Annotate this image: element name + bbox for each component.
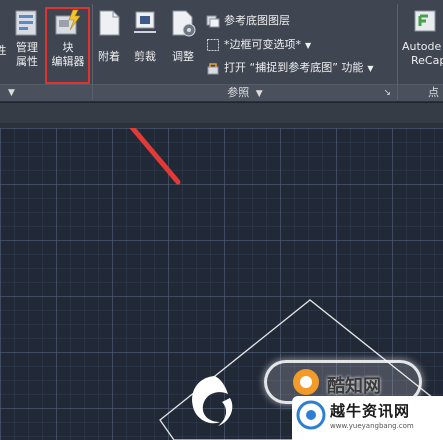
- manage-attributes-label-1: 管理: [16, 41, 38, 54]
- clip-button[interactable]: 剪裁: [130, 8, 160, 64]
- autodesk-recap-button[interactable]: Autode ReCap: [398, 8, 443, 68]
- frame-option-icon: [207, 39, 219, 51]
- frame-option-dropdown[interactable]: *边框可变选项* ▼: [206, 38, 311, 53]
- point-panel-bar[interactable]: 点: [398, 84, 443, 101]
- snap-icon: [207, 63, 219, 75]
- site-banner: 越牛资讯网 www.yueyangbang.com: [292, 396, 443, 440]
- frame-option-label: *边框可变选项*: [224, 38, 301, 51]
- partial-left-tool[interactable]: 性: [0, 44, 8, 58]
- ribbon: 性 管理 属性 块 编辑器 ▼ 附着 剪裁 调整 参考底图图层 *边框可变选项*…: [0, 0, 443, 102]
- attach-button[interactable]: 附着: [94, 8, 124, 64]
- underlay-layers-button[interactable]: 参考底图图层: [206, 14, 290, 28]
- manage-attributes-label-2: 属性: [16, 55, 38, 68]
- frame-option-chevron-icon: ▼: [305, 41, 312, 50]
- snap-chevron-icon: ▼: [367, 64, 374, 73]
- clip-icon: [134, 11, 156, 33]
- site-url: www.yueyangbang.com: [330, 422, 414, 430]
- manage-attributes-button[interactable]: 管理 属性: [8, 8, 46, 69]
- point-panel-label: 点: [428, 86, 439, 99]
- drawing-canvas[interactable]: 酷知网 越牛资讯网 www.yueyangbang.com: [0, 128, 443, 440]
- reference-panel-bar[interactable]: 参照 ▼ ↘: [93, 84, 397, 101]
- annotation-arrow: [129, 128, 181, 185]
- clip-label: 剪裁: [134, 50, 156, 63]
- swirl-logo-icon: [192, 376, 233, 426]
- panel-launcher-icon[interactable]: ↘: [383, 85, 391, 101]
- snap-toggle-button[interactable]: 打开 “捕捉到参考底图” 功能 ▼: [206, 61, 374, 76]
- attach-label: 附着: [98, 50, 120, 63]
- attach-icon: [99, 10, 120, 36]
- snap-toggle-label: 打开 “捕捉到参考底图” 功能: [224, 61, 364, 74]
- adjust-icon: [172, 10, 196, 37]
- watermark-logo-icon: [293, 369, 319, 395]
- block-panel-bar[interactable]: ▼: [0, 84, 92, 101]
- underlay-layers-label: 参考底图图层: [224, 14, 290, 27]
- adjust-label: 调整: [172, 50, 194, 63]
- recap-icon: [414, 10, 436, 32]
- autodesk-label-1: Autode: [402, 40, 442, 53]
- reference-panel-chevron-icon: ▼: [255, 89, 263, 99]
- file-tab-bar: [0, 103, 443, 124]
- underlay-layers-icon: [206, 15, 220, 28]
- autodesk-label-2: ReCap: [411, 54, 443, 67]
- partial-left-label: 性: [0, 44, 7, 57]
- site-name: 越牛资讯网: [330, 402, 411, 420]
- panel-expand-icon: ▼: [8, 88, 15, 98]
- highlight-box: [45, 7, 90, 84]
- adjust-button[interactable]: 调整: [166, 8, 200, 64]
- manage-attributes-icon: [15, 10, 37, 36]
- watermark-badge-text: 酷知网: [327, 376, 381, 397]
- reference-panel-label: 参照: [227, 86, 250, 99]
- site-logo-icon: [296, 400, 326, 430]
